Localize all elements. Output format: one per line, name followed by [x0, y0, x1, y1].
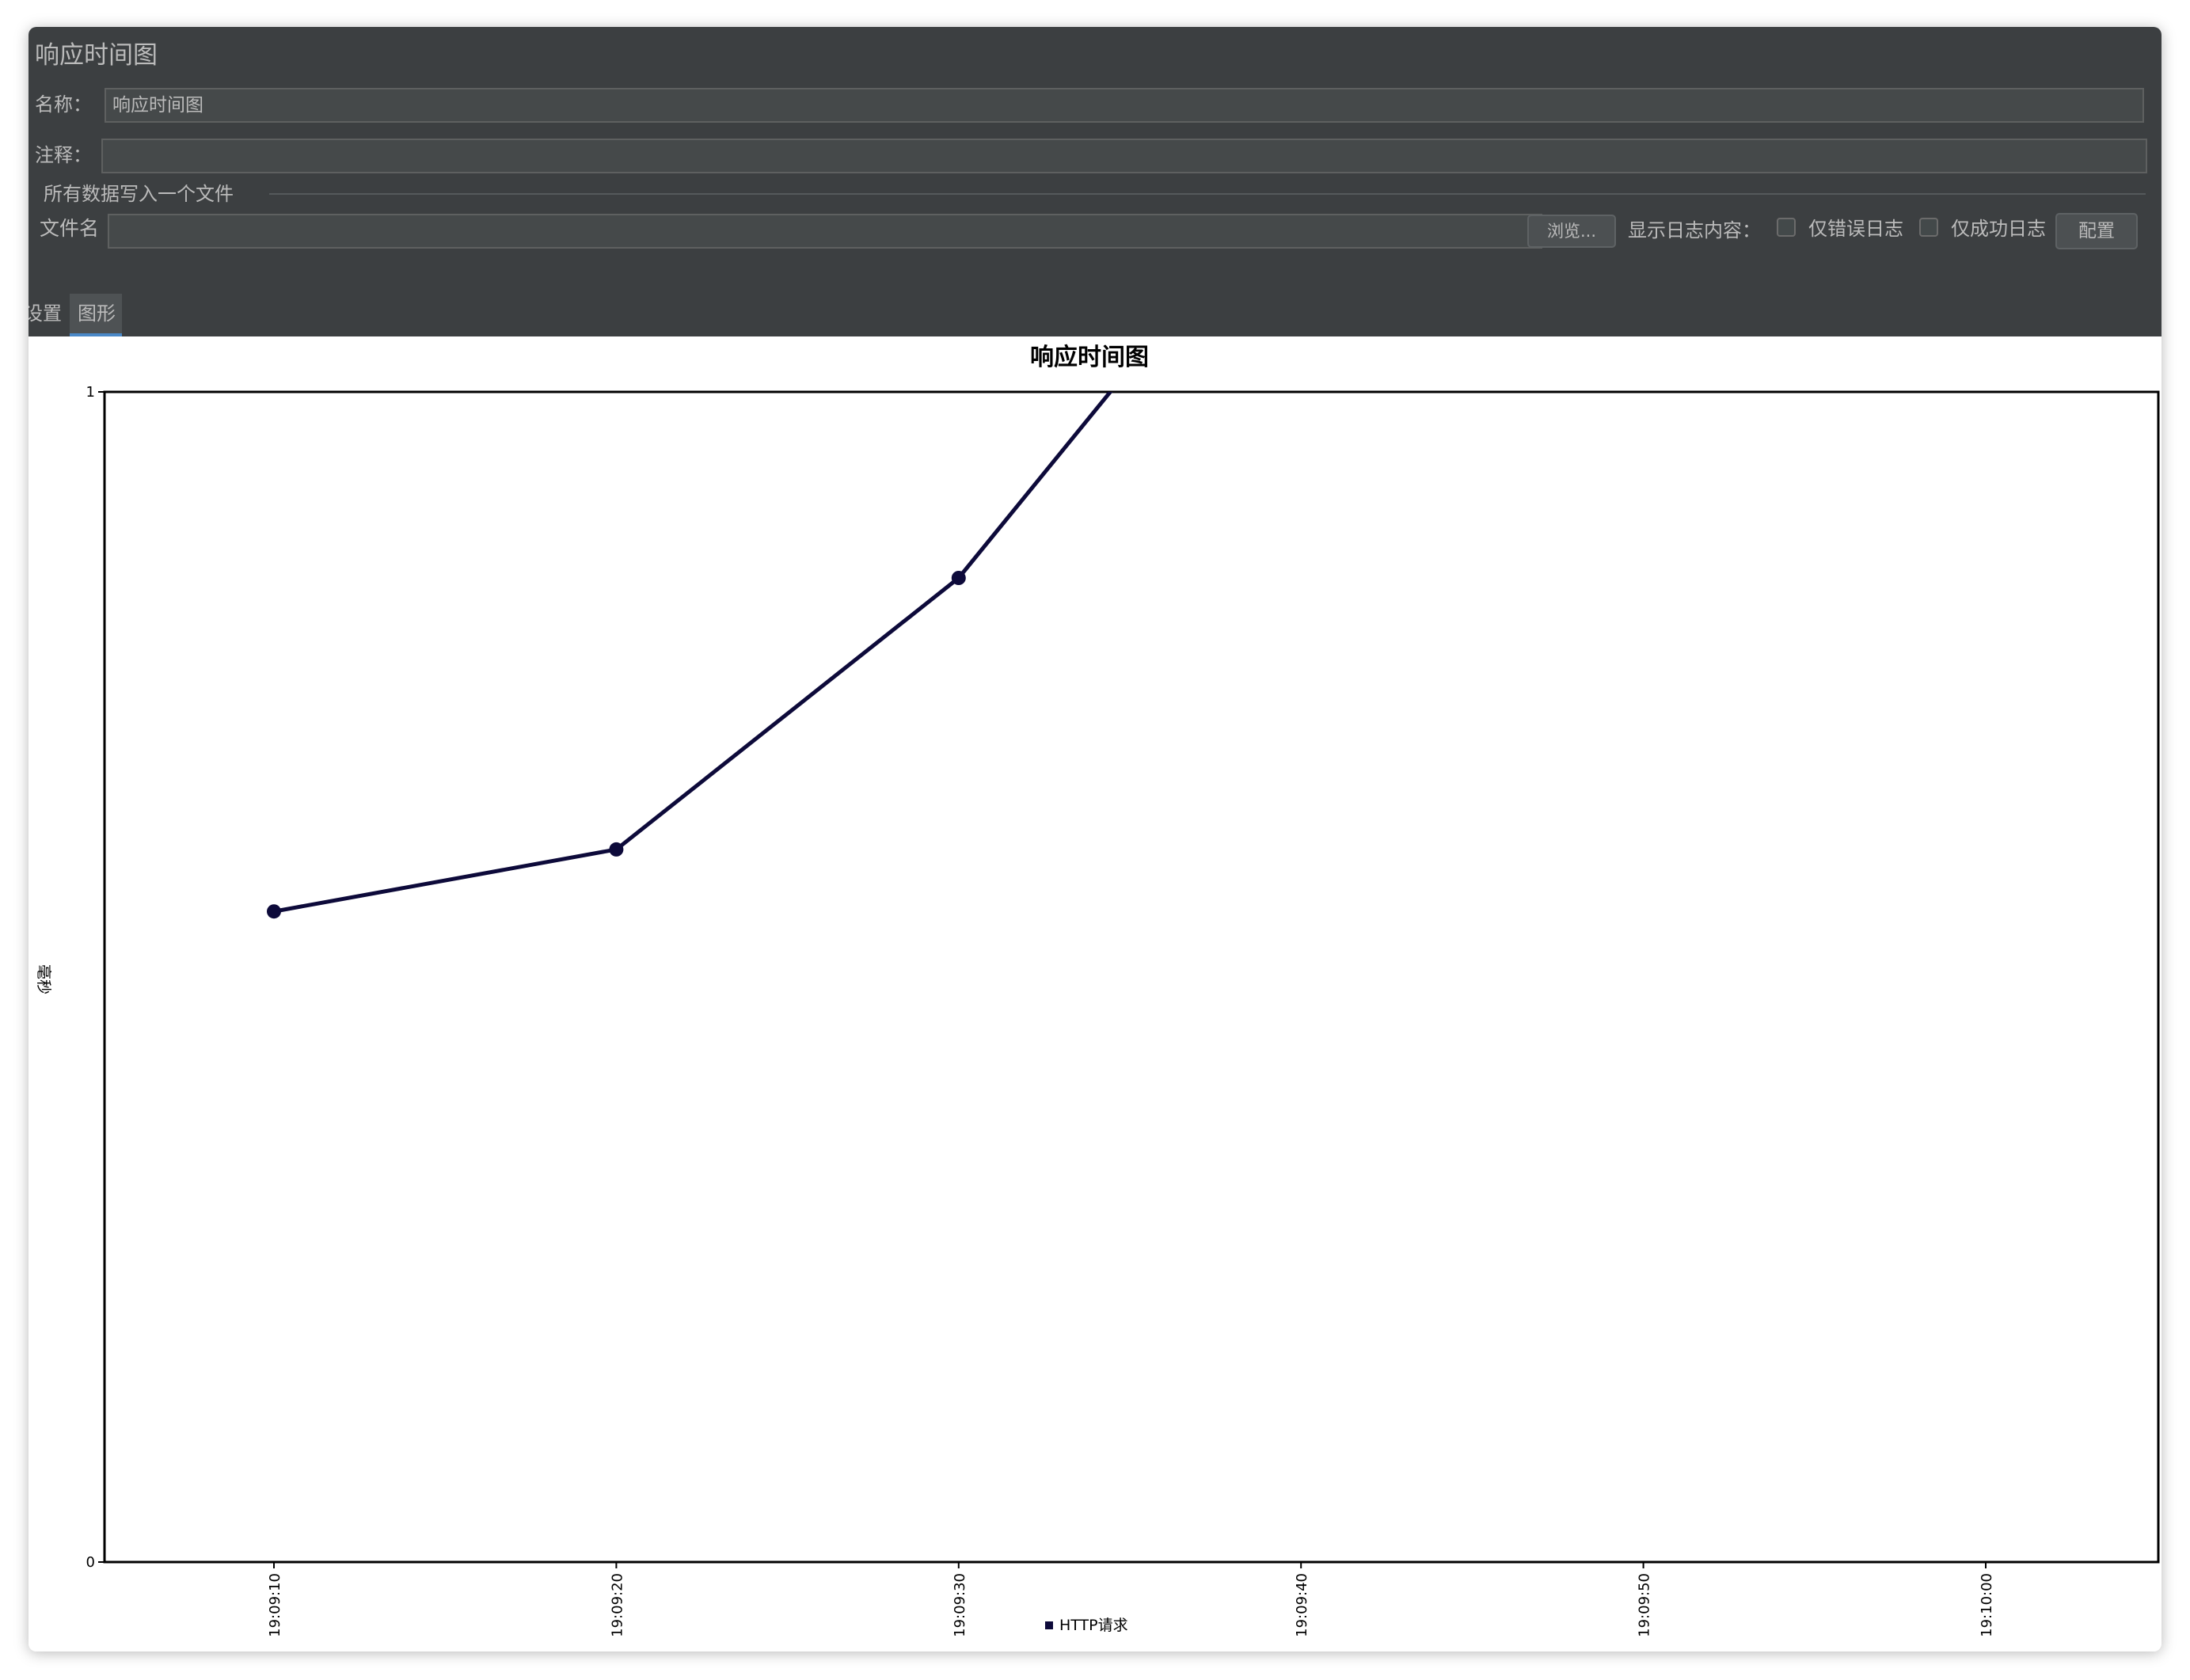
x-tick-label: 19:09:20: [609, 1573, 625, 1637]
y-tick-label: 0: [86, 1554, 95, 1571]
success-only-checkbox[interactable]: [1919, 218, 1938, 237]
panel-title: 响应时间图: [35, 41, 158, 70]
listener-config-panel: 响应时间图 名称： 响应时间图 注释： 所有数据写入一个文件 文件名 浏览...…: [29, 27, 2161, 310]
success-only-label: 仅成功日志: [1951, 218, 2046, 240]
browse-button[interactable]: 浏览...: [1527, 215, 1616, 248]
chart-area: 响应时间图 0 1 19:09:10 19:09:20 19:09:30 19:09:4…: [29, 336, 2161, 1651]
name-field[interactable]: 响应时间图: [105, 88, 2144, 123]
errors-only-checkbox[interactable]: [1777, 218, 1796, 237]
configure-button[interactable]: 配置: [2055, 213, 2138, 249]
errors-only-label: 仅错误日志: [1808, 218, 1903, 240]
file-group-label: 所有数据写入一个文件: [44, 183, 234, 205]
x-tick-label: 19:09:50: [1637, 1573, 1653, 1637]
x-tick-label: 19:10:00: [1979, 1573, 1995, 1637]
group-divider: [269, 193, 2146, 195]
x-tick-label: 19:09:30: [952, 1573, 968, 1637]
data-point: [951, 571, 966, 586]
response-time-chart: 响应时间图 0 1 19:09:10 19:09:20 19:09:30 19:09:4…: [35, 344, 2160, 1637]
chart-title: 响应时间图: [1030, 344, 1149, 371]
tab-settings[interactable]: 设置: [29, 294, 67, 333]
name-label: 名称：: [35, 93, 92, 116]
data-point: [267, 904, 281, 919]
y-tick-label: 1: [86, 384, 95, 401]
filename-field[interactable]: [108, 214, 1542, 249]
comment-field[interactable]: [101, 139, 2147, 173]
plot-frame: [103, 390, 2160, 1564]
tab-bar: 设置 图形: [29, 294, 2161, 336]
x-tick-label: 19:09:10: [267, 1573, 283, 1637]
data-point: [609, 842, 624, 857]
y-axis-label: 毫秒: [35, 964, 52, 994]
tab-graph-label: 图形: [78, 302, 116, 325]
response-time-graph-window: 响应时间图 名称： 响应时间图 注释： 所有数据写入一个文件 文件名 浏览...…: [29, 27, 2161, 1651]
series-line-http-request: [273, 392, 1113, 914]
log-display-label: 显示日志内容：: [1628, 219, 1761, 241]
comment-label: 注释：: [35, 144, 92, 166]
legend-swatch: [1045, 1621, 1053, 1629]
x-tick-label: 19:09:40: [1294, 1573, 1310, 1637]
tab-graph[interactable]: 图形: [70, 294, 122, 336]
legend-label: HTTP请求: [1059, 1617, 1128, 1634]
filename-label: 文件名: [40, 217, 100, 240]
